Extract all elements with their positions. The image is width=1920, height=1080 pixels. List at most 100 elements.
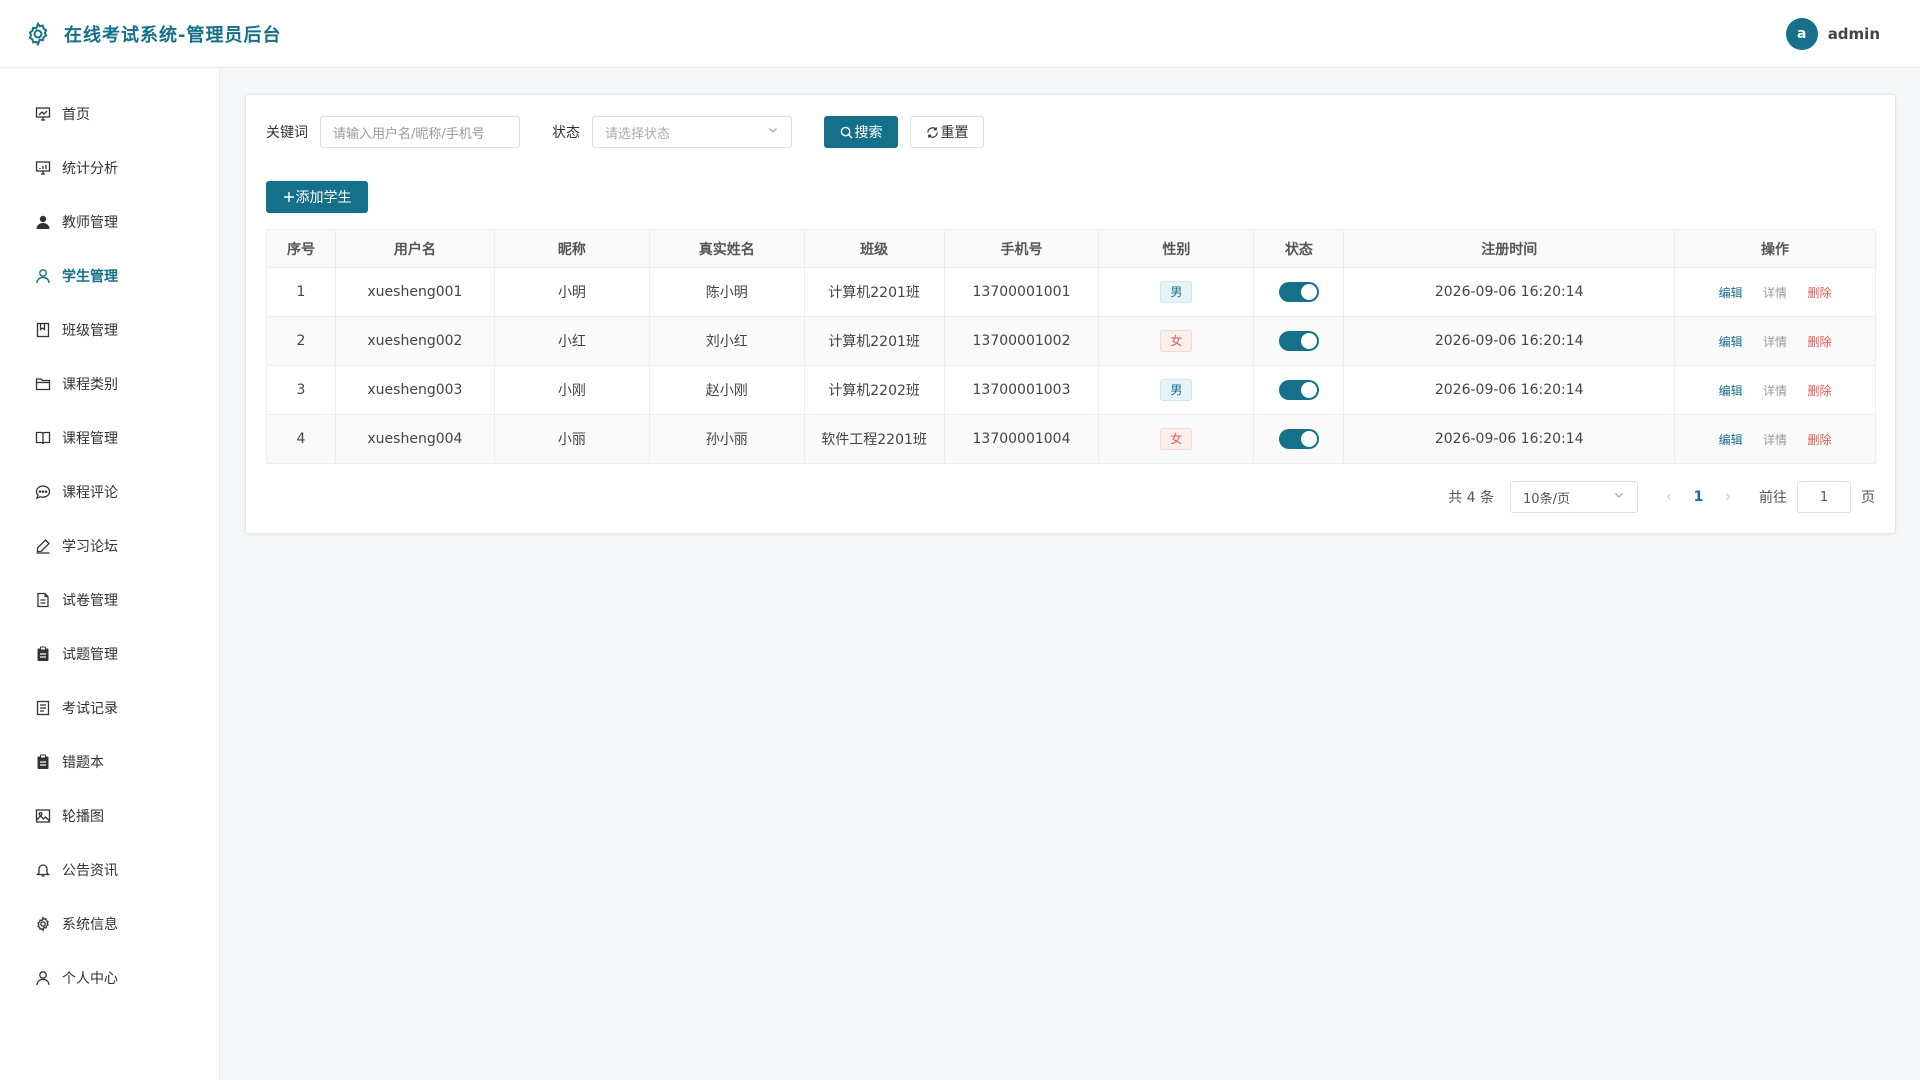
col-header-no: 序号 <box>266 229 336 268</box>
sidebar-item-mistakes[interactable]: 错题本 <box>0 735 219 789</box>
bookmark-icon <box>34 321 52 339</box>
chevron-down-icon <box>767 124 779 140</box>
brand[interactable]: 在线考试系统-管理员后台 <box>24 20 281 48</box>
username[interactable]: admin <box>1828 25 1880 43</box>
next-page-icon[interactable]: › <box>1725 489 1731 505</box>
page-size-select[interactable]: 10条/页 <box>1510 481 1639 513</box>
bell-icon <box>34 861 52 879</box>
col-header-class: 班级 <box>804 229 945 268</box>
chevron-down-icon <box>1613 489 1625 505</box>
gender-tag: 男 <box>1160 281 1193 303</box>
keyword-input[interactable]: 请输入用户名/昵称/手机号 <box>320 116 520 148</box>
gear-logo-icon <box>24 20 52 48</box>
students-table: 序号 用户名 昵称 真实姓名 班级 手机号 性别 状态 注册时间 操作 1 xu… <box>266 229 1876 464</box>
sidebar-item-teachers[interactable]: 教师管理 <box>0 195 219 249</box>
user-menu[interactable]: a admin <box>1785 18 1880 50</box>
plus-icon <box>283 191 295 203</box>
delete-link[interactable]: 删除 <box>1808 433 1832 447</box>
gender-tag: 女 <box>1160 330 1193 352</box>
edit-link[interactable]: 编辑 <box>1719 433 1743 447</box>
col-header-realname: 真实姓名 <box>649 229 805 268</box>
detail-link[interactable]: 详情 <box>1763 335 1787 349</box>
reset-button[interactable]: 重置 <box>910 116 984 148</box>
delete-link[interactable]: 删除 <box>1808 384 1832 398</box>
table-row: 1 xuesheng001 小明 陈小明 计算机2201班 1370000100… <box>266 267 1876 317</box>
app-title: 在线考试系统-管理员后台 <box>64 24 282 46</box>
edit-link[interactable]: 编辑 <box>1719 335 1743 349</box>
search-icon <box>840 126 853 139</box>
sidebar-item-statistics[interactable]: 统计分析 <box>0 141 219 195</box>
sidebar-item-course-categories[interactable]: 课程类别 <box>0 357 219 411</box>
refresh-icon <box>926 126 939 139</box>
add-student-button[interactable]: 添加学生 <box>266 181 368 213</box>
sidebar-item-students[interactable]: 学生管理 <box>0 249 219 303</box>
status-select[interactable]: 请选择状态 <box>592 116 792 148</box>
col-header-status: 状态 <box>1253 229 1345 268</box>
book-icon <box>34 429 52 447</box>
col-header-username: 用户名 <box>335 229 495 268</box>
folder-icon <box>34 375 52 393</box>
col-header-actions: 操作 <box>1674 229 1876 268</box>
table-row: 3 xuesheng003 小刚 赵小刚 计算机2202班 1370000100… <box>266 365 1876 415</box>
pagination: 共 4 条 10条/页 ‹ 1 › 前往 1 页 <box>1448 481 1875 513</box>
sidebar-item-system-info[interactable]: 系统信息 <box>0 897 219 951</box>
table-row: 4 xuesheng004 小丽 孙小丽 软件工程2201班 137000010… <box>266 414 1876 464</box>
clipboard-icon <box>34 645 52 663</box>
col-header-nickname: 昵称 <box>494 229 650 268</box>
sidebar-item-carousel[interactable]: 轮播图 <box>0 789 219 843</box>
sidebar-item-forum[interactable]: 学习论坛 <box>0 519 219 573</box>
sidebar-item-papers[interactable]: 试卷管理 <box>0 573 219 627</box>
avatar[interactable]: a <box>1785 18 1818 50</box>
sidebar-item-classes[interactable]: 班级管理 <box>0 303 219 357</box>
notebook-icon <box>34 753 52 771</box>
table-row: 2 xuesheng002 小红 刘小红 计算机2201班 1370000100… <box>266 316 1876 366</box>
dashboard-icon <box>34 105 52 123</box>
sidebar-item-exam-records[interactable]: 考试记录 <box>0 681 219 735</box>
status-toggle[interactable] <box>1278 429 1319 449</box>
status-placeholder: 请选择状态 <box>605 126 671 142</box>
edit-pen-icon <box>34 537 52 555</box>
status-toggle[interactable] <box>1278 380 1319 400</box>
detail-link[interactable]: 详情 <box>1763 433 1787 447</box>
delete-link[interactable]: 删除 <box>1808 286 1832 300</box>
sidebar-item-courses[interactable]: 课程管理 <box>0 411 219 465</box>
keyword-label: 关键词 <box>266 125 308 141</box>
picture-icon <box>34 807 52 825</box>
status-toggle[interactable] <box>1278 331 1319 351</box>
prev-page-icon[interactable]: ‹ <box>1666 489 1672 505</box>
status-toggle[interactable] <box>1278 282 1319 302</box>
total-count: 共 4 条 <box>1448 490 1495 506</box>
sidebar-item-announcements[interactable]: 公告资讯 <box>0 843 219 897</box>
sidebar-item-profile[interactable]: 个人中心 <box>0 951 219 1005</box>
edit-link[interactable]: 编辑 <box>1719 286 1743 300</box>
current-page[interactable]: 1 <box>1694 489 1704 505</box>
gender-tag: 男 <box>1160 379 1193 401</box>
detail-link[interactable]: 详情 <box>1763 286 1787 300</box>
goto-page-input[interactable]: 1 <box>1797 481 1851 513</box>
edit-link[interactable]: 编辑 <box>1719 384 1743 398</box>
sidebar-item-questions[interactable]: 试题管理 <box>0 627 219 681</box>
goto-label: 前往 <box>1759 490 1787 506</box>
document-icon <box>34 591 52 609</box>
status-label: 状态 <box>552 125 580 141</box>
search-form: 关键词 请输入用户名/昵称/手机号 状态 请选择状态 搜索 重置 <box>266 115 984 149</box>
user-icon <box>34 267 52 285</box>
delete-link[interactable]: 删除 <box>1808 335 1832 349</box>
user-filled-icon <box>34 213 52 231</box>
chat-icon <box>34 483 52 501</box>
student-management-card: 关键词 请输入用户名/昵称/手机号 状态 请选择状态 搜索 重置 添加学生 序号… <box>245 94 1896 534</box>
keyword-placeholder: 请输入用户名/昵称/手机号 <box>333 126 485 142</box>
sidebar: 首页 统计分析 教师管理 学生管理 班级管理 课程类别 课程管理 课程评论 学习… <box>0 69 220 1080</box>
col-header-phone: 手机号 <box>944 229 1100 268</box>
search-button[interactable]: 搜索 <box>824 116 898 148</box>
top-header: 在线考试系统-管理员后台 a admin <box>0 0 1920 68</box>
chart-icon <box>34 159 52 177</box>
gender-tag: 女 <box>1160 428 1193 450</box>
gear-icon <box>34 915 52 933</box>
page-suffix: 页 <box>1861 490 1875 506</box>
sidebar-item-course-comments[interactable]: 课程评论 <box>0 465 219 519</box>
detail-link[interactable]: 详情 <box>1763 384 1787 398</box>
sidebar-item-home[interactable]: 首页 <box>0 87 219 141</box>
table-header-row: 序号 用户名 昵称 真实姓名 班级 手机号 性别 状态 注册时间 操作 <box>266 229 1876 268</box>
col-header-gender: 性别 <box>1098 229 1255 268</box>
